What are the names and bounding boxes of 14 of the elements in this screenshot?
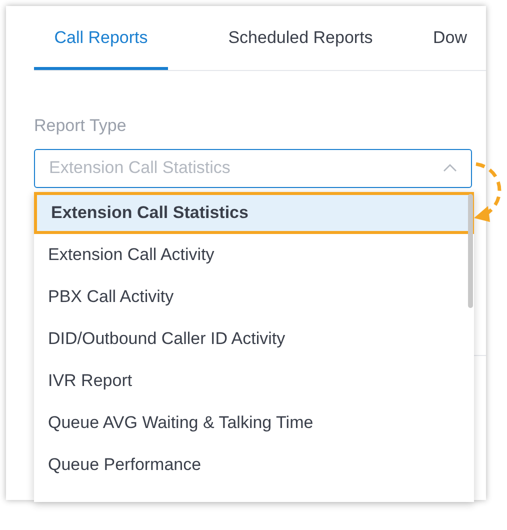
tab[interactable]: Dow: [433, 6, 468, 70]
tab[interactable]: Scheduled Reports: [168, 6, 433, 70]
dropdown-option[interactable]: IVR Report: [34, 360, 474, 402]
select-placeholder: Extension Call Statistics: [49, 157, 230, 180]
tab[interactable]: Call Reports: [34, 6, 168, 70]
field-label: Report Type: [34, 115, 128, 137]
chevron-up-icon: [443, 164, 457, 172]
scrollbar-thumb[interactable]: [468, 194, 473, 308]
dropdown-option[interactable]: Queue Performance: [34, 444, 474, 486]
dropdown-option[interactable]: Extension Call Activity: [34, 234, 474, 276]
dropdown-option[interactable]: Queue AVG Waiting & Talking Time: [34, 402, 474, 444]
dropdown-option[interactable]: DID/Outbound Caller ID Activity: [34, 318, 474, 360]
dropdown-option[interactable]: Extension Call Statistics: [34, 192, 474, 234]
dropdown-option[interactable]: PBX Call Activity: [34, 276, 474, 318]
